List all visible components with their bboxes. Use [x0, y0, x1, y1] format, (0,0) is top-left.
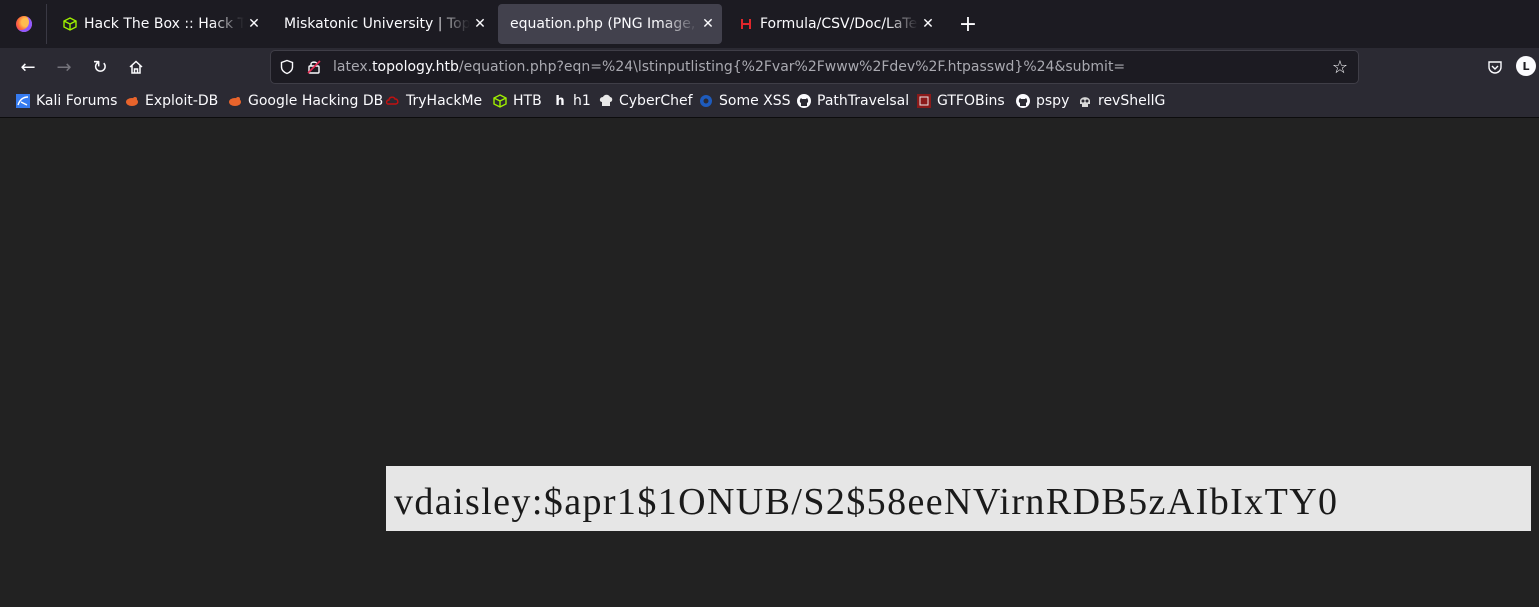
bookmark-label: h1 [573, 93, 591, 109]
skull-icon [1077, 93, 1093, 109]
tab-hacktricks[interactable]: Formula/CSV/Doc/LaTeX Injection ✕ [726, 4, 942, 44]
bookmark-label: GTFOBins [937, 93, 1005, 109]
tab-separator [46, 4, 47, 44]
tracking-protection-shield-icon[interactable] [279, 59, 295, 75]
github-icon [796, 93, 812, 109]
exploit-db-icon [124, 93, 140, 109]
hackerone-icon: h [555, 93, 565, 109]
bookmark-tryhackme[interactable]: TryHackMe [385, 91, 482, 111]
tab-hackthebox[interactable]: Hack The Box :: Hack The Box ✕ [50, 4, 268, 44]
bookmark-kali-forums[interactable]: Kali Forums [15, 91, 117, 111]
back-button[interactable]: ← [13, 52, 43, 82]
navigation-toolbar: ← → ↻ latex.topology.htb/equation.php?eq… [0, 48, 1539, 86]
bookmark-some-xss[interactable]: Some XSS [698, 91, 791, 111]
tab-equation-png[interactable]: equation.php (PNG Image, 1145 × 65 pixel… [498, 4, 722, 44]
bookmark-cyberchef[interactable]: CyberChef [598, 91, 693, 111]
xss-icon [698, 93, 714, 109]
equation-png-image: vdaisley:$apr1$1ONUB/S2$58eeNVirnRDB5zAI… [386, 466, 1531, 531]
bookmark-star-icon[interactable]: ☆ [1326, 53, 1354, 81]
bookmark-google-hacking-db[interactable]: Google Hacking DB [227, 91, 383, 111]
account-avatar: L [1516, 56, 1536, 76]
bookmark-gtfobins[interactable]: GTFOBins [916, 91, 1005, 111]
close-tab-icon[interactable]: ✕ [918, 14, 938, 34]
bookmark-pathtravelsal[interactable]: PathTravelsal [796, 91, 909, 111]
url-path: /equation.php?eqn=%24\lstinputlisting{%2… [458, 59, 1126, 75]
tryhackme-icon [385, 93, 401, 109]
pocket-icon [1488, 61, 1502, 74]
pocket-button[interactable] [1480, 52, 1510, 82]
account-button[interactable]: L [1516, 56, 1538, 78]
home-button[interactable] [121, 52, 151, 82]
bookmark-label: Kali Forums [36, 93, 118, 109]
bookmark-label: Google Hacking DB [248, 93, 384, 109]
kali-icon [15, 93, 31, 109]
bookmark-exploit-db[interactable]: Exploit-DB [124, 91, 218, 111]
bookmark-label: PathTravelsal [817, 93, 910, 109]
bookmark-label: HTB [513, 93, 542, 109]
github-icon [1015, 93, 1031, 109]
tab-title: Formula/CSV/Doc/LaTeX Injection [760, 16, 918, 32]
htb-cube-icon [492, 93, 508, 109]
bookmark-revshellg[interactable]: revShellG [1077, 91, 1165, 111]
url-subdomain: latex. [333, 59, 373, 75]
home-icon [129, 60, 143, 74]
ghdb-icon [227, 93, 243, 109]
bookmarks-toolbar: Kali Forums Exploit-DB Google Hacking DB… [0, 86, 1539, 118]
tab-strip: Hack The Box :: Hack The Box ✕ Miskatoni… [0, 0, 1539, 48]
reload-button[interactable]: ↻ [85, 52, 115, 82]
url-text[interactable]: latex.topology.htb/equation.php?eqn=%24\… [333, 51, 1125, 83]
close-tab-icon[interactable]: ✕ [470, 14, 490, 34]
tab-title: equation.php (PNG Image, 1145 × 65 pixel… [510, 16, 698, 32]
cyberchef-icon [598, 93, 614, 109]
rendered-equation-text: vdaisley:$apr1$1ONUB/S2$58eeNVirnRDB5zAI… [394, 481, 1339, 523]
new-tab-button[interactable]: + [954, 10, 982, 38]
bookmark-label: pspy [1036, 93, 1070, 109]
bookmark-label: Some XSS [719, 93, 791, 109]
hacktricks-icon [738, 16, 754, 32]
page-content: vdaisley:$apr1$1ONUB/S2$58eeNVirnRDB5zAI… [0, 118, 1539, 607]
tab-miskatonic[interactable]: Miskatonic University | Topology Group ✕ [272, 4, 494, 44]
bookmark-label: CyberChef [619, 93, 693, 109]
url-bar[interactable]: latex.topology.htb/equation.php?eqn=%24\… [271, 51, 1358, 83]
bookmark-label: Exploit-DB [145, 93, 219, 109]
forward-button[interactable]: → [49, 52, 79, 82]
bookmark-label: TryHackMe [406, 93, 483, 109]
firefox-icon [16, 16, 32, 32]
bookmark-label: revShellG [1098, 93, 1166, 109]
firefox-view-button[interactable] [6, 6, 42, 42]
close-tab-icon[interactable]: ✕ [698, 14, 718, 34]
htb-cube-icon [62, 16, 78, 32]
close-tab-icon[interactable]: ✕ [244, 14, 264, 34]
bookmark-pspy[interactable]: pspy [1015, 91, 1069, 111]
tab-title: Hack The Box :: Hack The Box [84, 16, 244, 32]
gtfobins-icon [916, 93, 932, 109]
tab-title: Miskatonic University | Topology Group [284, 16, 470, 32]
insecure-lock-icon[interactable] [306, 59, 322, 75]
url-host: topology.htb [372, 59, 459, 75]
browser-window: Hack The Box :: Hack The Box ✕ Miskatoni… [0, 0, 1539, 607]
bookmark-h1[interactable]: h h1 [552, 91, 591, 111]
bookmark-htb[interactable]: HTB [492, 91, 542, 111]
